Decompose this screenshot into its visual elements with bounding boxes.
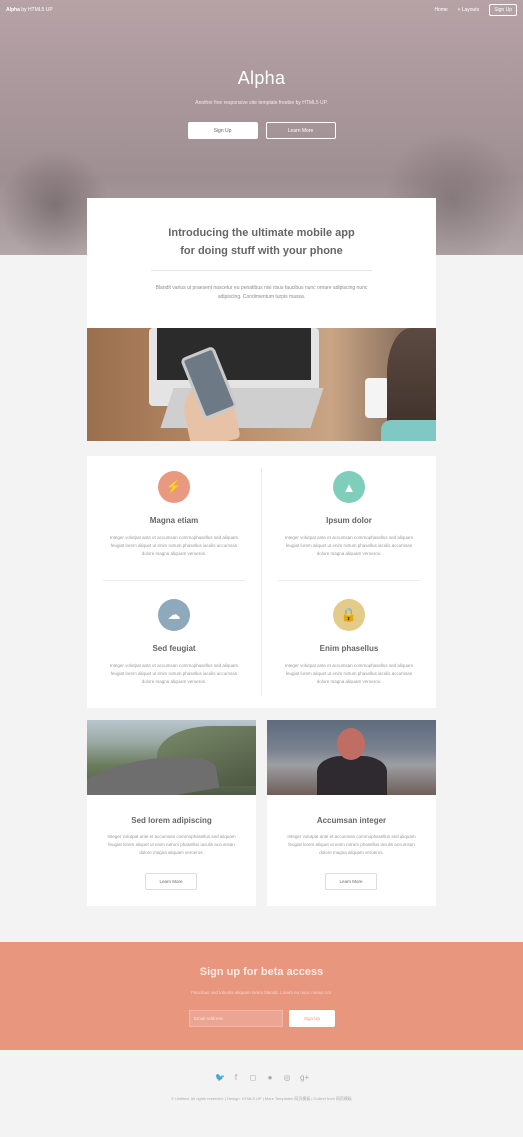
email-field[interactable]: Email Address — [189, 1010, 283, 1027]
brand-name: Alpha — [6, 7, 20, 13]
cta-title: Sign up for beta access — [199, 966, 324, 978]
feature-magna-etiam: ⚡ Magna etiam Integer volutpat ante et a… — [87, 456, 261, 580]
intro-title-line1: Introducing the ultimate mobile app — [168, 227, 355, 239]
girl-photo — [267, 720, 436, 795]
facebook-icon[interactable]: f — [232, 1073, 240, 1082]
features-card: ⚡ Magna etiam Integer volutpat ante et a… — [87, 456, 436, 708]
nav-menu: Home ▾ Layouts Sign Up — [434, 4, 517, 16]
card-accumsan-integer: Accumsan integer Integer volutpat ante e… — [267, 720, 436, 906]
divider — [151, 270, 372, 271]
intro-photo — [87, 328, 436, 441]
signup-form: Email Address Sign Up — [189, 1010, 335, 1027]
lock-icon: 🔒 — [333, 599, 365, 631]
divider — [278, 580, 420, 581]
nav-layouts: Layouts — [461, 7, 480, 13]
laptop-screen-shape — [157, 328, 311, 380]
feature-title: Sed feugiat — [152, 644, 196, 653]
social-icons: 🐦 f ◻ ● ◎ g+ — [0, 1073, 523, 1082]
feature-title: Enim phasellus — [319, 644, 379, 653]
bolt-icon: ⚡ — [158, 471, 190, 503]
sleeve-shape — [381, 420, 436, 441]
nav-signup-button[interactable]: Sign Up — [489, 4, 517, 16]
brand[interactable]: Alpha by HTML5 UP — [6, 7, 53, 13]
copyright: © Untitled. All rights reserved. | Desig… — [171, 1096, 352, 1101]
intro-text: Blandit varius ut praesent nascetur eu p… — [155, 285, 368, 300]
feature-title: Magna etiam — [149, 516, 199, 525]
cta-text: Faucibus sed lobortis aliquam lorem blan… — [191, 990, 332, 995]
brand-suffix: by HTML5 UP — [21, 7, 53, 13]
chevron-down-icon: ▾ — [457, 7, 461, 13]
card-text: Integer volutpat ante et accumsan commop… — [107, 834, 236, 855]
google-plus-icon[interactable]: g+ — [300, 1073, 309, 1082]
head-shape — [337, 728, 365, 760]
feature-text: Integer volutpat ante et accumsan commop… — [284, 663, 414, 684]
cloud-icon: ☁ — [158, 599, 190, 631]
feature-text: Integer volutpat ante et accumsan commop… — [109, 535, 239, 556]
card-title: Accumsan integer — [316, 816, 387, 825]
intro-title: Introducing the ultimate mobile app for … — [87, 224, 436, 260]
learn-more-button[interactable]: Learn More — [325, 873, 377, 890]
feature-ipsum-dolor: ▲ Ipsum dolor Integer volutpat ante et a… — [262, 456, 436, 580]
twitter-icon[interactable]: 🐦 — [215, 1073, 225, 1082]
feature-text: Integer volutpat ante et accumsan commop… — [109, 663, 239, 684]
divider — [103, 580, 245, 581]
feature-title: Ipsum dolor — [326, 516, 372, 525]
hero-learn-more-button[interactable]: Learn More — [265, 122, 336, 139]
card-text: Integer volutpat ante et accumsan commop… — [287, 834, 416, 855]
card-title: Sed lorem adipiscing — [131, 816, 212, 825]
road-photo — [87, 720, 256, 795]
nav-layouts-wrapper[interactable]: ▾ Layouts — [458, 7, 479, 13]
hero-signup-button[interactable]: Sign Up — [187, 122, 258, 139]
instagram-icon[interactable]: ◻ — [249, 1073, 257, 1082]
github-icon[interactable]: ● — [266, 1073, 274, 1082]
hero-title: Alpha — [237, 68, 286, 88]
intro-card: Introducing the ultimate mobile app for … — [87, 198, 436, 441]
intro-title-line2: for doing stuff with your phone — [180, 245, 343, 257]
cup-shape — [365, 378, 389, 418]
body-shape — [317, 756, 387, 795]
card-sed-lorem-adipiscing: Sed lorem adipiscing Integer volutpat an… — [87, 720, 256, 906]
cta-section: Sign up for beta access Faucibus sed lob… — [0, 942, 523, 1050]
top-navbar: Alpha by HTML5 UP Home ▾ Layouts Sign Up — [0, 0, 523, 20]
dribbble-icon[interactable]: ◎ — [283, 1073, 291, 1082]
cta-signup-button[interactable]: Sign Up — [289, 1010, 335, 1027]
feature-sed-feugiat: ☁ Sed feugiat Integer volutpat ante et a… — [87, 584, 261, 708]
nav-home[interactable]: Home — [434, 7, 447, 13]
feature-enim-phasellus: 🔒 Enim phasellus Integer volutpat ante e… — [262, 584, 436, 708]
hero-subtitle: Another fine responsive site template fr… — [195, 100, 328, 106]
hero-buttons: Sign Up Learn More — [0, 122, 523, 139]
feature-text: Integer volutpat ante et accumsan commop… — [284, 535, 414, 556]
chart-icon: ▲ — [333, 471, 365, 503]
learn-more-button[interactable]: Learn More — [145, 873, 197, 890]
